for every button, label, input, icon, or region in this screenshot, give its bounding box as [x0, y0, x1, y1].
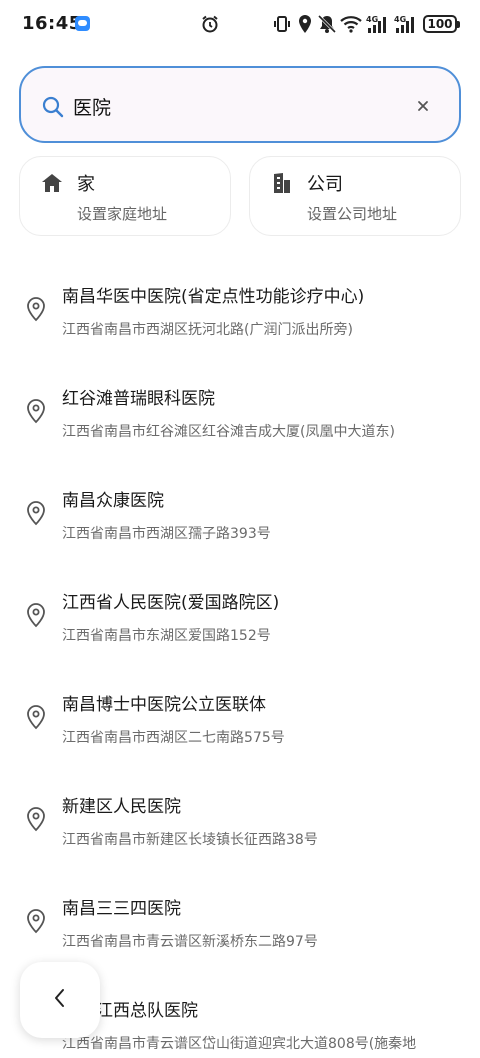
work-shortcut-subtitle: 设置公司地址: [307, 205, 398, 223]
home-shortcut[interactable]: 家 设置家庭地址: [19, 156, 231, 236]
status-time: 16:45: [22, 13, 82, 34]
result-item[interactable]: 新建区人民医院 江西省南昌市新建区长堎镇长征西路38号: [0, 772, 480, 874]
result-name: 江西省人民医院(爱国路院区): [62, 593, 280, 613]
location-pin-icon: [25, 806, 47, 832]
result-name: 红谷滩普瑞眼科医院: [62, 389, 215, 409]
status-bar: 16:45 4G 4G 100: [0, 0, 480, 48]
wifi-icon: [340, 13, 362, 35]
result-item[interactable]: 红谷滩普瑞眼科医院 江西省南昌市红谷滩区红谷滩吉成大厦(凤凰中大道东): [0, 364, 480, 466]
home-shortcut-subtitle: 设置家庭地址: [77, 205, 168, 223]
work-shortcut-title: 公司: [307, 174, 343, 195]
result-address: 江西省南昌市新建区长堎镇长征西路38号: [62, 832, 318, 848]
signal-4g-icon: 4G: [366, 13, 390, 35]
location-pin-icon: [25, 398, 47, 424]
work-shortcut[interactable]: 公司 设置公司地址: [249, 156, 461, 236]
home-icon: [40, 171, 64, 195]
vibrate-icon: [272, 13, 292, 35]
location-pin-icon: [25, 704, 47, 730]
result-address: 江西省南昌市西湖区抚河北路(广润门派出所旁): [62, 322, 353, 338]
search-results-list: 南昌华医中医院(省定点性功能诊疗中心) 江西省南昌市西湖区抚河北路(广润门派出所…: [0, 262, 480, 1058]
result-address: 江西省南昌市东湖区爱国路152号: [62, 628, 271, 644]
search-input[interactable]: [73, 90, 403, 122]
clear-icon[interactable]: [411, 94, 435, 118]
chevron-left-icon: [50, 986, 70, 1014]
message-notification-icon: [75, 16, 90, 31]
back-button[interactable]: [20, 962, 100, 1038]
result-name: 南昌博士中医院公立医联体: [62, 695, 266, 715]
search-bar[interactable]: [19, 66, 461, 143]
result-item[interactable]: 南昌众康医院 江西省南昌市西湖区孺子路393号: [0, 466, 480, 568]
location-pin-icon: [25, 602, 47, 628]
location-pin-icon: [25, 296, 47, 322]
svg-text:4G: 4G: [394, 15, 406, 24]
result-item[interactable]: 南昌博士中医院公立医联体 江西省南昌市西湖区二七南路575号: [0, 670, 480, 772]
result-item[interactable]: 江西省人民医院(爱国路院区) 江西省南昌市东湖区爱国路152号: [0, 568, 480, 670]
home-shortcut-title: 家: [77, 174, 95, 195]
mute-icon: [318, 13, 336, 35]
result-item[interactable]: 南昌华医中医院(省定点性功能诊疗中心) 江西省南昌市西湖区抚河北路(广润门派出所…: [0, 262, 480, 364]
result-address: 江西省南昌市红谷滩区红谷滩吉成大厦(凤凰中大道东): [62, 424, 395, 440]
result-address: 江西省南昌市青云谱区岱山街道迎宾北大道808号(施秦地: [62, 1036, 417, 1052]
result-name: 南昌众康医院: [62, 491, 164, 511]
location-pin-icon: [25, 500, 47, 526]
battery-indicator: 100: [423, 15, 460, 33]
alarm-icon: [200, 13, 220, 35]
search-icon: [41, 95, 65, 119]
result-name: 南昌三三四医院: [62, 899, 181, 919]
result-name: 南昌华医中医院(省定点性功能诊疗中心): [62, 287, 365, 307]
result-item[interactable]: 南昌三三四医院 江西省南昌市青云谱区新溪桥东二路97号: [0, 874, 480, 976]
result-address: 江西省南昌市青云谱区新溪桥东二路97号: [62, 934, 318, 950]
result-address: 江西省南昌市西湖区孺子路393号: [62, 526, 271, 542]
building-icon: [270, 171, 294, 195]
location-pin-icon: [25, 908, 47, 934]
location-icon: [297, 13, 313, 35]
signal-4g-icon-2: 4G: [394, 13, 418, 35]
result-name: 新建区人民医院: [62, 797, 181, 817]
result-address: 江西省南昌市西湖区二七南路575号: [62, 730, 285, 746]
svg-text:4G: 4G: [366, 15, 378, 24]
